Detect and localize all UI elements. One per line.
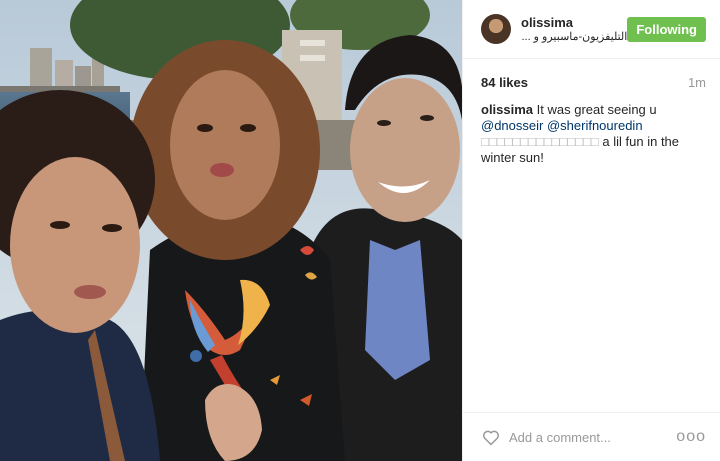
post-time[interactable]: 1m [688,75,706,90]
selfie-image [0,0,462,461]
post-header: olissima التليفزيون-ماسبيرو و ...بية Fol… [463,0,720,59]
post-photo[interactable] [0,0,462,461]
post-meta: 84 likes 1m [463,59,720,90]
location[interactable]: التليفزيون-ماسبيرو و ...بية [521,30,627,43]
mention-link[interactable]: @dnosseir [481,118,543,133]
username[interactable]: olissima [521,15,627,30]
instagram-post: olissima التليفزيون-ماسبيرو و ...بية Fol… [0,0,720,461]
caption-username[interactable]: olissima [481,102,533,117]
following-button[interactable]: Following [627,16,706,42]
comment-input[interactable]: Add a comment... [509,430,676,445]
caption-emoji: □□□□□□□□□□□□□□□ [481,134,599,149]
comment-bar: Add a comment... ooo [463,412,720,461]
avatar[interactable] [481,14,511,44]
caption-text: It was great seeing u [536,102,657,117]
caption: olissima It was great seeing u @dnosseir… [463,90,720,166]
ellipsis-icon[interactable]: ooo [676,428,706,446]
user-info: olissima التليفزيون-ماسبيرو و ...بية [521,15,627,43]
likes-count[interactable]: 84 likes [481,75,528,90]
heart-outline-icon[interactable] [481,427,501,447]
post-sidebar: olissima التليفزيون-ماسبيرو و ...بية Fol… [462,0,720,461]
mention-link[interactable]: @sherifnouredin [547,118,643,133]
